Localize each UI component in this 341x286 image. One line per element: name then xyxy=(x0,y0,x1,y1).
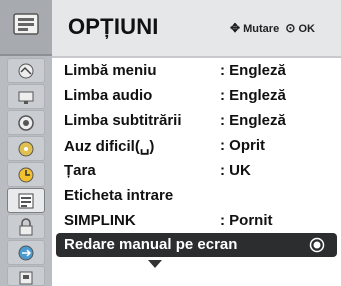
move-hint-label: Mutare xyxy=(243,23,280,35)
menu-item-label: Eticheta intrare xyxy=(64,187,174,204)
options-menu: OPȚIUNI ✥ Mutare ⊙ OK Limbă meniu : Engl… xyxy=(0,0,341,286)
menu-item-label: Limbă meniu xyxy=(64,62,157,79)
menu-item-label: Limba subtitrării xyxy=(64,112,182,129)
picture-icon[interactable] xyxy=(7,58,45,83)
hard-of-hearing-row[interactable]: Auz dificil(␣) : Oprit xyxy=(52,133,341,158)
options-icon[interactable] xyxy=(7,188,45,213)
menu-item-value: : Engleză xyxy=(220,112,286,129)
clock-icon[interactable] xyxy=(7,162,45,187)
lock-icon[interactable] xyxy=(7,214,45,239)
menu-item-value: : Oprit xyxy=(220,137,265,154)
menu-item-label: Auz dificil(␣) xyxy=(64,138,155,155)
menu-item-label: SIMPLINK xyxy=(64,212,136,229)
audio-icon[interactable] xyxy=(7,84,45,109)
navigation-hint: ✥ Mutare ⊙ OK xyxy=(230,21,315,35)
options-list: Limbă meniu : Engleză Limba audio : Engl… xyxy=(52,58,341,257)
menu-item-value: : UK xyxy=(220,162,251,179)
dpad-icon: ✥ xyxy=(230,21,241,35)
scroll-down-arrow-icon[interactable] xyxy=(148,260,162,268)
usb-icon[interactable] xyxy=(7,266,45,286)
audio-language-row[interactable]: Limba audio : Engleză xyxy=(52,83,341,108)
ok-button-icon: ⊙ xyxy=(285,21,296,35)
menu-item-label: Limba audio xyxy=(64,87,153,104)
menu-item-label: Redare manual pe ecran xyxy=(64,236,238,253)
input-icon[interactable] xyxy=(7,240,45,265)
page-title: OPȚIUNI xyxy=(68,14,159,39)
ok-hint-label: OK xyxy=(298,23,315,35)
input-label-row[interactable]: Eticheta intrare xyxy=(52,183,341,208)
simplink-row[interactable]: SIMPLINK : Pornit xyxy=(52,208,341,233)
menu-item-value: : Engleză xyxy=(220,62,286,79)
monitor-icon[interactable] xyxy=(7,110,45,135)
menu-item-value: : Engleză xyxy=(220,87,286,104)
options-header-icon xyxy=(0,0,52,56)
menu-item-label: Țara xyxy=(64,162,96,179)
country-row[interactable]: Țara : UK xyxy=(52,158,341,183)
category-icon-column xyxy=(0,0,52,286)
menu-header: OPȚIUNI ✥ Mutare ⊙ OK xyxy=(52,0,341,58)
on-screen-manual-row[interactable]: Redare manual pe ecran xyxy=(56,233,337,257)
disc-icon[interactable] xyxy=(7,136,45,161)
menu-language-row[interactable]: Limbă meniu : Engleză xyxy=(52,58,341,83)
menu-item-value: : Pornit xyxy=(220,212,273,229)
radio-selected-icon xyxy=(309,237,325,253)
subtitle-language-row[interactable]: Limba subtitrării : Engleză xyxy=(52,108,341,133)
